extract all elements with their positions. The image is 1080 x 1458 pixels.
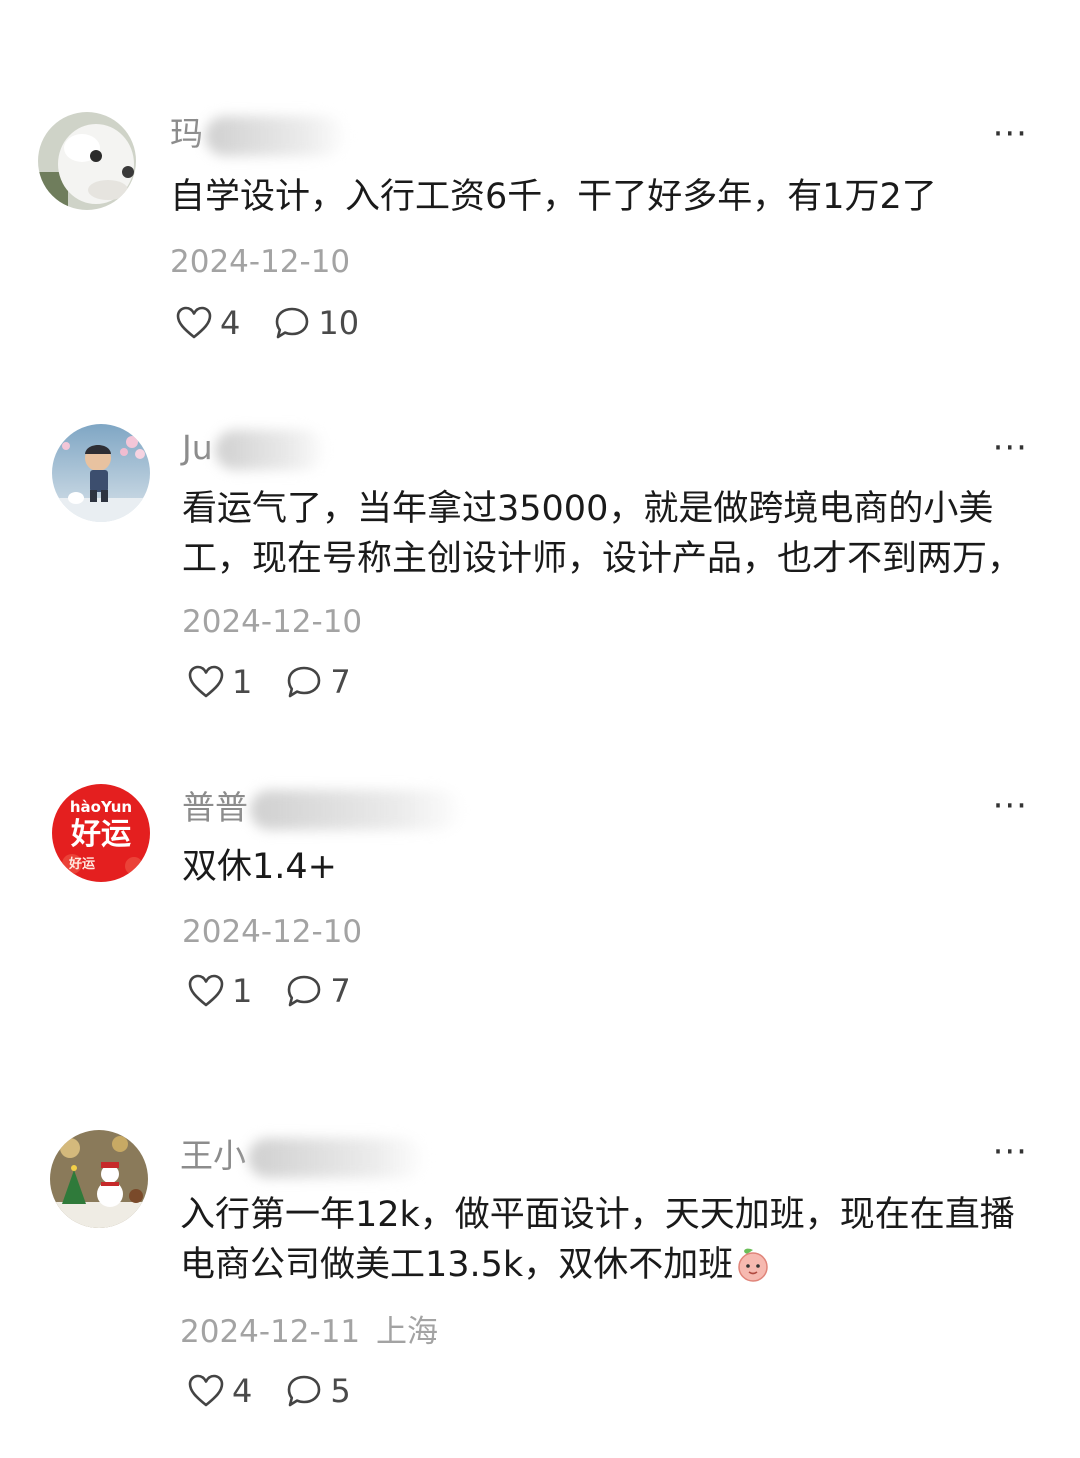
peach-emoji-icon (735, 1244, 771, 1296)
avatar[interactable] (50, 1130, 148, 1228)
speech-bubble-icon (288, 666, 321, 698)
comment-text: 自学设计，入行工资6千，干了好多年，有1万2了 (170, 172, 937, 222)
location-text: 上海 (376, 1314, 439, 1350)
comment-line: 入行第一年12k，做平面设计，天天加班，现在在直播 (180, 1195, 1015, 1235)
more-options-button[interactable]: ··· (993, 431, 1028, 465)
speech-bubble-icon (276, 307, 309, 339)
username[interactable]: 王小 (180, 1136, 423, 1178)
username[interactable]: 普普 (182, 788, 460, 830)
username[interactable]: Ju (182, 428, 325, 470)
comment-date: 2024-12-10 (170, 242, 350, 282)
more-dots-icon: ··· (992, 786, 1028, 826)
reply-button[interactable]: 5 (286, 1371, 351, 1411)
avatar-hanzi: 好运 (70, 817, 131, 852)
comment-date: 2024-12-11 上海 (180, 1312, 438, 1352)
username-text: 普普 (182, 788, 248, 827)
reply-count: 10 (318, 304, 360, 342)
speech-bubble-icon (288, 975, 321, 1007)
reply-count: 7 (330, 972, 351, 1010)
comment-date: 2024-12-10 (182, 602, 362, 642)
heart-outline-icon (188, 1374, 224, 1407)
date-text: 2024-12-10 (170, 244, 351, 280)
username[interactable]: 玛 (170, 114, 345, 156)
comment-line: 工，现在号称主创设计师，设计产品，也才不到两万， (182, 539, 1023, 579)
comment-date: 2024-12-10 (182, 912, 362, 952)
date-text: 2024-12-10 (182, 914, 363, 950)
like-button[interactable]: 4 (176, 303, 240, 343)
avatar[interactable] (38, 112, 136, 210)
comment-actions: 4 5 (188, 1369, 351, 1413)
heart-outline-icon (188, 665, 224, 698)
like-button[interactable]: 1 (188, 662, 252, 702)
white-dog-avatar-icon (38, 112, 136, 210)
avatar-pinyin: hàoYun (70, 798, 132, 816)
comment-actions: 1 7 (188, 969, 351, 1013)
comment-line: 双休1.4+ (182, 847, 337, 887)
reply-count: 5 (330, 1372, 351, 1410)
comment-line-text: 电商公司做美工13.5k，双休不加班 (180, 1245, 734, 1285)
like-button[interactable]: 1 (188, 971, 252, 1011)
blurred-name-mask (250, 789, 460, 830)
more-options-button[interactable]: ··· (993, 1135, 1028, 1169)
date-text: 2024-12-11 (180, 1314, 361, 1350)
comment-text: 入行第一年12k，做平面设计，天天加班，现在在直播 电商公司做美工13.5k，双… (180, 1190, 1015, 1296)
more-dots-icon: ··· (992, 1132, 1028, 1172)
christmas-snowman-avatar-icon (50, 1130, 148, 1228)
blurred-name-mask (214, 429, 325, 470)
comment-text: 双休1.4+ (182, 842, 337, 892)
comment-line: 电商公司做美工13.5k，双休不加班 (180, 1240, 1015, 1296)
more-dots-icon: ··· (992, 114, 1028, 154)
blurred-name-mask (205, 115, 345, 156)
like-count: 1 (232, 972, 253, 1010)
comment-text: 看运气了，当年拿过35000，就是做跨境电商的小美 工，现在号称主创设计师，设计… (182, 484, 1022, 584)
username-text: 王小 (180, 1136, 246, 1175)
avatar-small-text: 好运 (68, 856, 95, 872)
comment-actions: 4 10 (176, 301, 359, 345)
comment-actions: 1 7 (188, 660, 351, 704)
more-options-button[interactable]: ··· (993, 789, 1028, 823)
date-text: 2024-12-10 (182, 604, 363, 640)
like-button[interactable]: 4 (188, 1371, 252, 1411)
blurred-name-mask (248, 1137, 423, 1178)
heart-outline-icon (188, 974, 224, 1007)
comment-line: 看运气了，当年拿过35000，就是做跨境电商的小美 (182, 489, 994, 529)
heart-outline-icon (176, 306, 212, 339)
cartoon-boy-avatar-icon (52, 424, 150, 522)
speech-bubble-icon (288, 1375, 321, 1407)
haoyun-good-luck-avatar-icon: hàoYun 好运 好运 (52, 784, 150, 882)
reply-button[interactable]: 10 (274, 303, 359, 343)
like-count: 4 (232, 1372, 253, 1410)
username-text: 玛 (170, 114, 203, 153)
avatar[interactable]: hàoYun 好运 好运 (52, 784, 150, 882)
like-count: 4 (220, 304, 241, 342)
more-options-button[interactable]: ··· (993, 117, 1028, 151)
like-count: 1 (232, 663, 253, 701)
more-dots-icon: ··· (992, 428, 1028, 468)
avatar[interactable] (52, 424, 150, 522)
comment-line: 自学设计，入行工资6千，干了好多年，有1万2了 (170, 177, 937, 217)
reply-button[interactable]: 7 (286, 662, 351, 702)
reply-count: 7 (330, 663, 351, 701)
username-text: Ju (182, 428, 213, 467)
reply-button[interactable]: 7 (286, 971, 351, 1011)
